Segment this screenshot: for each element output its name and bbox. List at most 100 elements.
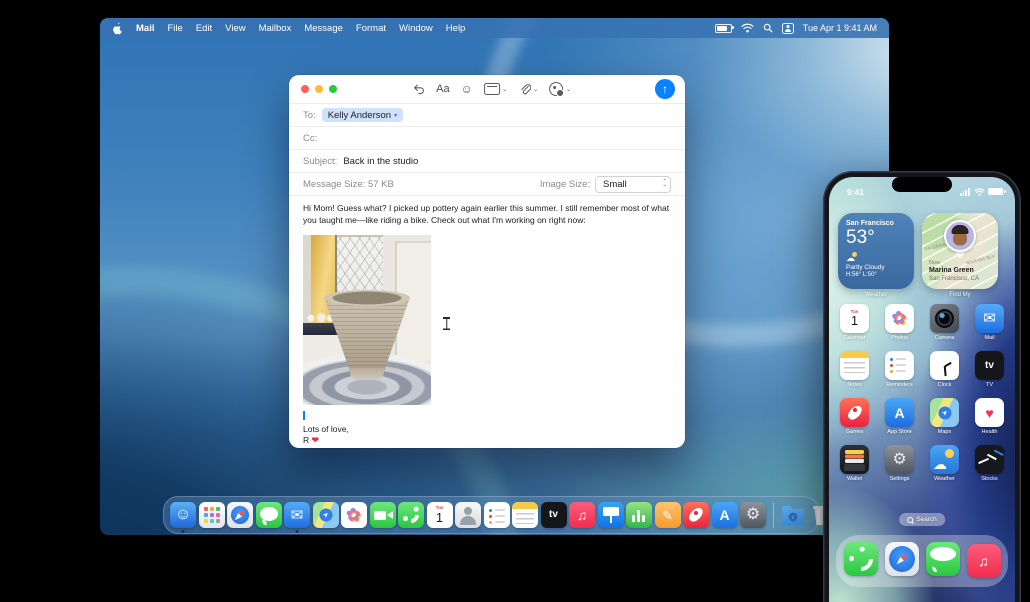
undo-button[interactable]: [412, 83, 425, 95]
reminders-icon[interactable]: [885, 351, 914, 380]
dock-item-app-store[interactable]: A: [711, 502, 738, 528]
weather-icon[interactable]: [930, 445, 959, 474]
dock-item-photos[interactable]: ✿: [341, 502, 367, 528]
notes-icon[interactable]: [512, 502, 538, 528]
dock-item-numbers[interactable]: [626, 502, 652, 528]
iphone-dock-messages[interactable]: [925, 541, 960, 581]
user-switch-icon[interactable]: [781, 22, 794, 34]
clock-icon[interactable]: [930, 351, 959, 380]
minimize-button[interactable]: [315, 85, 323, 93]
apple-tv-icon[interactable]: tv: [540, 502, 567, 528]
send-button[interactable]: ↑: [655, 79, 675, 99]
message-body[interactable]: Hi Mom! Guess what? I picked up pottery …: [289, 196, 685, 446]
maps-icon[interactable]: [312, 502, 339, 528]
spotlight-search-pill[interactable]: Search: [899, 513, 945, 526]
dock-item-notes[interactable]: [512, 502, 538, 528]
downloads-icon[interactable]: [780, 502, 806, 528]
launchpad-icon[interactable]: [198, 502, 225, 528]
keynote-icon[interactable]: [597, 502, 624, 528]
app-store-icon[interactable]: A: [711, 502, 738, 528]
menu-file[interactable]: File: [167, 23, 182, 34]
dock-item-maps[interactable]: [312, 502, 339, 528]
iphone-app-camera[interactable]: Camera: [922, 304, 967, 346]
iphone-app-wallet[interactable]: Wallet: [832, 445, 877, 487]
menu-window[interactable]: Window: [399, 23, 433, 34]
menu-mailbox[interactable]: Mailbox: [259, 23, 292, 34]
calendar-icon[interactable]: Tue 1: [426, 502, 453, 528]
health-icon[interactable]: ♥: [975, 398, 1004, 427]
dock-item-downloads[interactable]: [780, 502, 806, 528]
dock-item-contacts[interactable]: [455, 502, 481, 528]
menu-format[interactable]: Format: [356, 23, 386, 34]
mail-icon[interactable]: ✉: [975, 304, 1004, 333]
menu-view[interactable]: View: [225, 23, 245, 34]
image-size-select[interactable]: Small ⌃ ⌄: [595, 175, 671, 193]
dock-item-facetime[interactable]: [369, 502, 396, 528]
dock-item-games[interactable]: [683, 502, 709, 528]
iphone-app-health[interactable]: ♥ Health: [967, 398, 1012, 440]
messages-icon[interactable]: [925, 541, 960, 576]
dock-item-keynote[interactable]: [597, 502, 624, 528]
subject-field[interactable]: Subject: Back in the studio: [289, 150, 685, 173]
find-my-widget[interactable]: MARINA BLV NA GREEN DR Now Marina Green …: [922, 213, 998, 289]
pages-icon[interactable]: ✎: [654, 502, 681, 528]
iphone-app-games[interactable]: Games: [832, 398, 877, 440]
menu-help[interactable]: Help: [446, 23, 466, 34]
messages-icon[interactable]: [255, 502, 282, 528]
recipient-token[interactable]: Kelly Anderson ▾: [321, 108, 404, 122]
contacts-icon[interactable]: [455, 502, 481, 528]
dock-item-launchpad[interactable]: [198, 502, 225, 528]
dock-item-phone[interactable]: [398, 502, 424, 528]
dock-item-apple-tv[interactable]: tv: [540, 502, 567, 528]
header-fields-button[interactable]: ⌄: [483, 83, 508, 95]
calendar-icon[interactable]: Tue 1: [840, 304, 869, 333]
emoji-button[interactable]: ☺: [461, 83, 473, 95]
notes-icon[interactable]: [840, 351, 869, 380]
music-icon[interactable]: ♫: [966, 544, 1001, 578]
finder-icon[interactable]: ☺: [170, 502, 196, 528]
wifi-icon[interactable]: [741, 23, 754, 33]
maps-icon[interactable]: [930, 398, 959, 427]
dock-item-safari[interactable]: [227, 502, 253, 528]
phone-icon[interactable]: [843, 541, 878, 576]
iphone-app-mail[interactable]: ✉ Mail: [967, 304, 1012, 346]
system-settings-icon[interactable]: ⚙: [740, 502, 766, 528]
app-store-icon[interactable]: A: [885, 398, 914, 427]
close-button[interactable]: [301, 85, 309, 93]
apple-logo-icon[interactable]: [112, 21, 123, 35]
reminders-icon[interactable]: [483, 502, 510, 528]
safari-icon[interactable]: [884, 541, 919, 576]
dock-item-calendar[interactable]: Tue 1: [426, 502, 453, 528]
zoom-button[interactable]: [329, 85, 337, 93]
iphone-app-stocks[interactable]: Stocks: [967, 445, 1012, 487]
menu-edit[interactable]: Edit: [196, 23, 212, 34]
dock-item-music[interactable]: ♫: [569, 502, 595, 528]
iphone-dock-music[interactable]: ♫: [966, 544, 1001, 578]
safari-icon[interactable]: [227, 502, 253, 528]
camera-icon[interactable]: [930, 304, 959, 333]
iphone-app-app-store[interactable]: A App Store: [877, 398, 922, 440]
dock-item-messages[interactable]: [255, 502, 282, 528]
dock-item-finder[interactable]: ☺: [170, 502, 196, 533]
music-icon[interactable]: ♫: [569, 502, 595, 528]
iphone-app-reminders[interactable]: Reminders: [877, 351, 922, 393]
dock-item-mail[interactable]: ✉: [284, 502, 310, 533]
phone-icon[interactable]: [398, 502, 424, 528]
iphone-dock-safari[interactable]: [884, 541, 919, 581]
dock-item-reminders[interactable]: [483, 502, 510, 528]
iphone-dock-phone[interactable]: [843, 541, 878, 581]
menu-mail[interactable]: Mail: [136, 23, 154, 34]
cc-field[interactable]: Cc:: [289, 127, 685, 150]
weather-widget[interactable]: San Francisco 53° Partly Cloudy H:56° L:…: [838, 213, 914, 289]
dock-item-system-settings[interactable]: ⚙: [740, 502, 766, 528]
games-icon[interactable]: [683, 502, 709, 528]
attach-button[interactable]: ⌄: [519, 83, 539, 96]
battery-icon[interactable]: [714, 23, 734, 33]
iphone-app-calendar[interactable]: Tue 1 Calendar: [832, 304, 877, 346]
facetime-icon[interactable]: [369, 502, 396, 528]
iphone-app-photos[interactable]: ✿ Photos: [877, 304, 922, 346]
games-icon[interactable]: [840, 398, 869, 427]
menu-clock[interactable]: Tue Apr 1 9:41 AM: [803, 23, 877, 33]
search-icon[interactable]: [763, 23, 773, 33]
iphone-app-tv[interactable]: tv TV: [967, 351, 1012, 393]
